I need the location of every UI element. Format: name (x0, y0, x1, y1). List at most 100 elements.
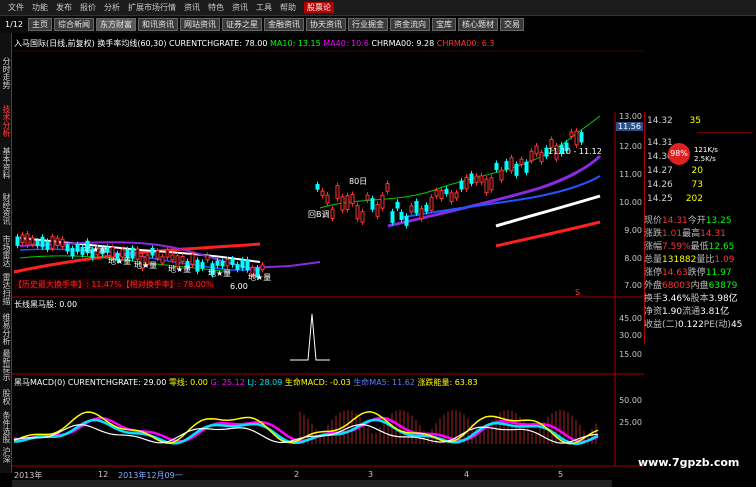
sidebar-item-tech[interactable]: 技术分析 (1, 105, 11, 137)
watermark: www.7gpzb.com (638, 456, 740, 469)
menu-bar: 文件 功能 发布 报价 分析 扩展市场行情 资讯 特色 资讯 工具 帮助 股票论 (0, 0, 756, 16)
sidebar-item-sh[interactable]: 沪深 (1, 447, 11, 463)
quote-value: 68003 (662, 281, 691, 291)
candle-body (479, 175, 484, 183)
menu-function[interactable]: 功能 (32, 2, 48, 13)
label-current-price: 11.56 (616, 122, 643, 131)
menu-info[interactable]: 资讯 (184, 2, 200, 13)
candle-body (60, 238, 65, 248)
menu-file[interactable]: 文件 (8, 2, 24, 13)
bottom-scroll-tabs[interactable] (12, 480, 612, 487)
quote-key-2: PE(动) (703, 320, 731, 330)
sidebar-item-filter[interactable]: 条件选股 (1, 411, 11, 443)
candle-body (509, 157, 514, 172)
app-window: { "app": { "menu": ["文件","功能","发布","报价",… (0, 0, 756, 487)
tab-capital[interactable]: 资金流向 (389, 18, 430, 31)
quote-row: 收益(二)0.122PE(动)45 (644, 317, 756, 330)
curent-rate: CURENTCHGRATE: 78.00 (169, 39, 268, 48)
candle-body (335, 185, 340, 200)
macd-lj: LJ: 28.09 (247, 378, 283, 387)
quote-key-2: 股本 (690, 294, 709, 304)
tab-hexun[interactable]: 和讯资讯 (137, 18, 178, 31)
candle-body (539, 151, 544, 163)
sidebar-item-scan[interactable]: 雷达扫描 (1, 273, 11, 305)
ma40-value: MA40: 10.6 (323, 39, 369, 48)
candle-body (225, 259, 230, 267)
candle-body (345, 195, 350, 210)
signal-label-6: 地★量 (248, 273, 272, 282)
quote-value-2: 1.09 (714, 255, 735, 265)
ma10-value: MA10: 13.15 (270, 39, 321, 48)
brand-badge[interactable]: 股票论 (304, 2, 334, 13)
chrma00-value: CHRMA00: 9.28 (371, 39, 435, 48)
candle-body (504, 161, 509, 170)
page-indicator: 1/12 (5, 20, 23, 29)
candle-body (459, 180, 464, 190)
candle-body (464, 177, 469, 190)
menu-quote[interactable]: 报价 (80, 2, 96, 13)
quote-row: 换手3.46%股本3.98亿 (644, 291, 756, 304)
macd-line (13, 411, 599, 445)
menu-ext-market[interactable]: 扩展市场行情 (128, 2, 176, 13)
menu-help[interactable]: 帮助 (280, 2, 296, 13)
tab-industry[interactable]: 行业掘金 (347, 18, 388, 31)
tab-treasure[interactable]: 宝库 (431, 18, 456, 31)
quote-value: 3.46% (662, 294, 691, 304)
candle-body (190, 254, 195, 265)
candle-body (574, 130, 579, 146)
xtick-7: 5 (558, 470, 564, 479)
quote-value: 1.90 (662, 307, 683, 317)
candle-body (390, 211, 395, 223)
xtick-4: 2 (294, 470, 300, 479)
sidebar-item-tips[interactable]: 最新提示 (1, 349, 11, 381)
quote-value: 0.122 (678, 320, 704, 330)
tab-finance[interactable]: 金融资讯 (263, 18, 304, 31)
ma-purple-right (387, 154, 602, 228)
tab-trade[interactable]: 交易 (499, 18, 524, 31)
menu-analysis[interactable]: 分析 (104, 2, 120, 13)
candle-body (195, 259, 200, 272)
quote-key-2: 量比 (696, 255, 715, 265)
candle-body (519, 158, 524, 166)
candle-body (395, 201, 400, 209)
stock-name: 入马国际(日线,前复权) (14, 39, 95, 48)
candle-body (569, 131, 574, 137)
ytick-main-5: 9.00 (624, 226, 642, 235)
sidebar-item-basic[interactable]: 基本资料 (1, 147, 11, 179)
tab-news[interactable]: 综合新闻 (53, 18, 94, 31)
xtick-5: 3 (368, 470, 374, 479)
quote-value-2: 12.65 (708, 242, 735, 252)
quote-table: 现价14.31今开13.25 涨跌1.01最高14.31 涨幅7.59%最低12.6… (644, 213, 756, 341)
ytick-main-6: 8.00 (624, 254, 642, 263)
chart-canvas (12, 50, 644, 467)
tab-xietian[interactable]: 协天资讯 (305, 18, 346, 31)
menu-tools[interactable]: 工具 (256, 2, 272, 13)
label-low: 6.00 (230, 282, 248, 291)
quote-key: 净资 (644, 307, 663, 317)
sidebar-item-news[interactable]: 财经资讯 (1, 193, 11, 225)
gauge-rate-2: 2.5K/s (694, 155, 716, 163)
tab-core[interactable]: 核心题材 (457, 18, 498, 31)
quote-key: 换手 (644, 294, 663, 304)
candle-body (30, 237, 35, 245)
quote-key-2: 内盘 (690, 281, 709, 291)
menu-info2[interactable]: 资讯 (232, 2, 248, 13)
ma-red-right (495, 220, 601, 248)
ytick-main-3: 11.00 (619, 170, 642, 179)
menu-special[interactable]: 特色 (208, 2, 224, 13)
quote-value-2: 63879 (708, 281, 738, 291)
menu-publish[interactable]: 发布 (56, 2, 72, 13)
tab-eastmoney[interactable]: 东方财富 (95, 18, 136, 31)
sidebar-item-weiyi[interactable]: 维易分析 (1, 313, 11, 345)
quote-key: 涨幅 (644, 242, 663, 252)
ytick-vol-2: 30.00 (619, 331, 642, 340)
macd-lifema: 生命MA5: 11.62 (353, 378, 415, 387)
tab-stockstar[interactable]: 证券之星 (221, 18, 262, 31)
sidebar-item-timeshare[interactable]: 分时走势 (1, 57, 11, 89)
candle-body (230, 258, 235, 265)
macd-energy: 涨跌能量: 63.83 (417, 378, 478, 387)
tab-home[interactable]: 主页 (27, 18, 52, 31)
sidebar-item-radar[interactable]: 市场雷达 (1, 235, 11, 267)
tab-web[interactable]: 网站资讯 (179, 18, 220, 31)
sidebar-item-equity[interactable]: 股权 (1, 389, 11, 405)
